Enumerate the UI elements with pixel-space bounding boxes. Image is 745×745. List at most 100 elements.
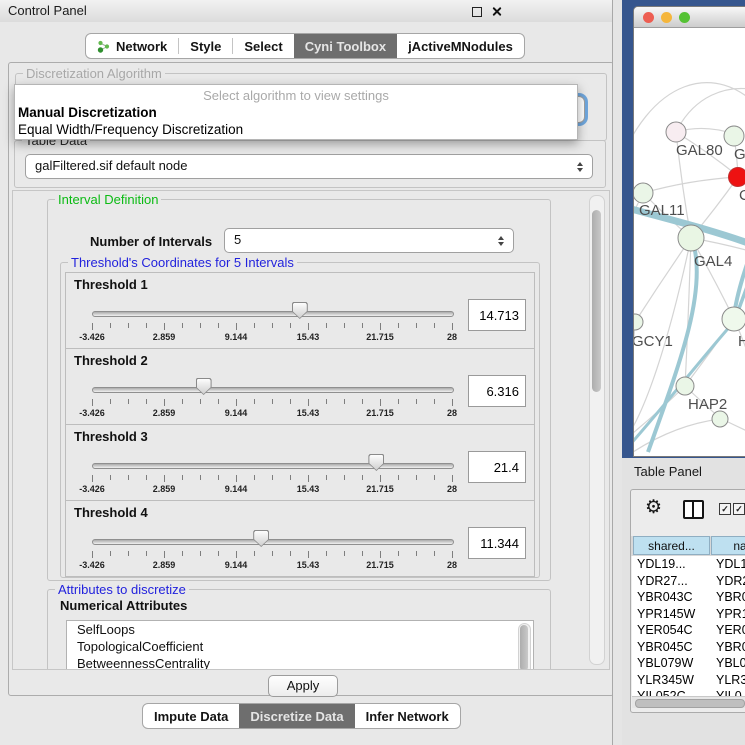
minimize-traffic-light-icon[interactable] (661, 12, 672, 23)
slider-tick-label: -3.426 (79, 332, 105, 342)
slider-track[interactable] (92, 387, 454, 393)
tab-label: Impute Data (154, 709, 228, 724)
node-H-node[interactable] (722, 307, 745, 331)
table-row[interactable]: YDR27...YDR2 (632, 573, 745, 590)
float-window-icon[interactable] (472, 7, 482, 17)
table-row[interactable]: YIL052CYIL0 (632, 688, 745, 696)
table-row[interactable]: YBR045CYBR0 (632, 639, 745, 656)
attribute-list-item[interactable]: SelfLoops (67, 621, 533, 638)
table-row[interactable]: YBL079WYBL0 (632, 655, 745, 672)
slider-tick (326, 475, 327, 480)
node-GAL11-node[interactable] (634, 183, 653, 203)
node-red-node[interactable] (729, 168, 745, 187)
column-header[interactable]: na (711, 536, 745, 555)
node-GAL4-node[interactable] (678, 225, 704, 251)
slider-tick (128, 323, 129, 328)
table-data-combobox[interactable]: galFiltered.sif default node (25, 154, 593, 179)
apply-button[interactable]: Apply (268, 675, 338, 697)
close-traffic-light-icon[interactable] (643, 12, 654, 23)
threshold-slider[interactable]: -3.4262.8599.14415.4321.71528 (92, 453, 452, 497)
table-row[interactable]: YER054CYER0 (632, 622, 745, 639)
network-edge (676, 89, 745, 132)
slider-tick (380, 323, 381, 330)
table-hscrollbar[interactable] (632, 696, 745, 708)
slider-track[interactable] (92, 463, 454, 469)
slider-tick (164, 551, 165, 558)
table-toolbar: ⚙ ✓ ✓ (631, 490, 745, 536)
slider-tick-label: -3.426 (79, 408, 105, 418)
column-header[interactable]: shared... (633, 536, 710, 555)
table-header-row: shared...na (631, 536, 745, 556)
tab-network[interactable]: Network (86, 34, 178, 58)
checkbox-icon[interactable]: ✓ (733, 503, 745, 515)
checkbox-icon[interactable]: ✓ (719, 503, 731, 515)
slider-tick (434, 475, 435, 480)
table-row[interactable]: YDL19...YDL1 (632, 556, 745, 573)
cell-shared-name: YIL052C (637, 688, 709, 696)
numerical-attributes-list[interactable]: SelfLoopsTopologicalCoefficientBetweenne… (66, 620, 534, 670)
slider-tick (146, 551, 147, 556)
threshold-slider[interactable]: -3.4262.8599.14415.4321.71528 (92, 529, 452, 573)
table-row[interactable]: YPR145WYPR1 (632, 606, 745, 623)
slider-track[interactable] (92, 539, 454, 545)
dropdown-option[interactable]: Equal Width/Frequency Discretization (15, 121, 577, 138)
node-label: GAL4 (694, 253, 732, 270)
tab-select[interactable]: Select (233, 34, 293, 58)
attribute-list-item[interactable]: BetweennessCentrality (67, 655, 533, 670)
slider-tick (218, 551, 219, 556)
close-icon[interactable] (491, 6, 502, 17)
cell-name: YBR0 (716, 639, 745, 656)
attribute-list-item[interactable]: TopologicalCoefficient (67, 638, 533, 655)
tab-style[interactable]: Style (179, 34, 232, 58)
tab-impute-data[interactable]: Impute Data (143, 704, 239, 728)
settings-scrollbar[interactable] (589, 195, 605, 665)
group-title: Interval Definition (55, 192, 161, 207)
network-view-window[interactable]: GAL80GACGAL11GAL4GCY1HHAP2 (633, 6, 745, 457)
tab-label: jActiveMNodules (408, 39, 513, 54)
network-icon (97, 40, 111, 53)
tab-label: Cyni Toolbox (305, 39, 386, 54)
gear-icon[interactable]: ⚙ (645, 498, 662, 518)
slider-tick (344, 399, 345, 404)
table-data-group: Table Data galFiltered.sif default node (14, 140, 606, 188)
node-GCY1-node[interactable] (634, 314, 643, 330)
threshold-slider[interactable]: -3.4262.8599.14415.4321.71528 (92, 377, 452, 421)
slider-tick-label: 28 (447, 408, 457, 418)
network-window-titlebar[interactable] (634, 7, 745, 28)
combobox-arrows-icon (577, 162, 584, 172)
slider-tick (110, 323, 111, 328)
num-intervals-combobox[interactable]: 5 (224, 228, 514, 253)
zoom-traffic-light-icon[interactable] (679, 12, 690, 23)
tab-discretize-data[interactable]: Discretize Data (239, 704, 354, 728)
threshold-slider[interactable]: -3.4262.8599.14415.4321.71528 (92, 301, 452, 345)
dropdown-option[interactable]: Manual Discretization (15, 104, 577, 121)
threshold-value-field[interactable]: 11.344 (468, 527, 526, 559)
threshold-value-field[interactable]: 14.713 (468, 299, 526, 331)
table-rows: YDL19...YDL1YDR27...YDR2YBR043CYBR0YPR14… (632, 556, 745, 696)
slider-tick (218, 399, 219, 404)
threshold-label: Threshold 2 (74, 353, 148, 368)
threshold-panel: Threshold 1-3.4262.8599.14415.4321.71528… (65, 272, 535, 349)
slider-tick (254, 551, 255, 556)
column-layout-icon[interactable] (683, 500, 704, 519)
node-HAP2-node[interactable] (676, 377, 694, 395)
slider-track[interactable] (92, 311, 454, 317)
slider-tick (218, 323, 219, 328)
slider-tick (434, 399, 435, 404)
tab-cyni-toolbox[interactable]: Cyni Toolbox (294, 34, 397, 58)
threshold-value-field[interactable]: 21.4 (468, 451, 526, 483)
node-bottom-partial-node[interactable] (712, 411, 728, 427)
network-canvas[interactable]: GAL80GACGAL11GAL4GCY1HHAP2 (634, 28, 745, 456)
table-row[interactable]: YLR345WYLR3 (632, 672, 745, 689)
node-top-right-node[interactable] (724, 126, 744, 146)
list-scrollbar[interactable] (518, 623, 531, 670)
slider-tick (452, 475, 453, 482)
table-panel-box: ⚙ ✓ ✓ shared...na YDL19...YDL1YDR27...YD… (630, 489, 745, 713)
node-GAL80-node[interactable] (666, 122, 686, 142)
tab-infer-network[interactable]: Infer Network (355, 704, 460, 728)
control-panel-titlebar: Control Panel (0, 0, 622, 22)
network-graph: GAL80GACGAL11GAL4GCY1HHAP2 (634, 28, 745, 456)
threshold-value-field[interactable]: 6.316 (468, 375, 526, 407)
table-row[interactable]: YBR043CYBR0 (632, 589, 745, 606)
tab-jactivemnodules[interactable]: jActiveMNodules (397, 34, 524, 58)
